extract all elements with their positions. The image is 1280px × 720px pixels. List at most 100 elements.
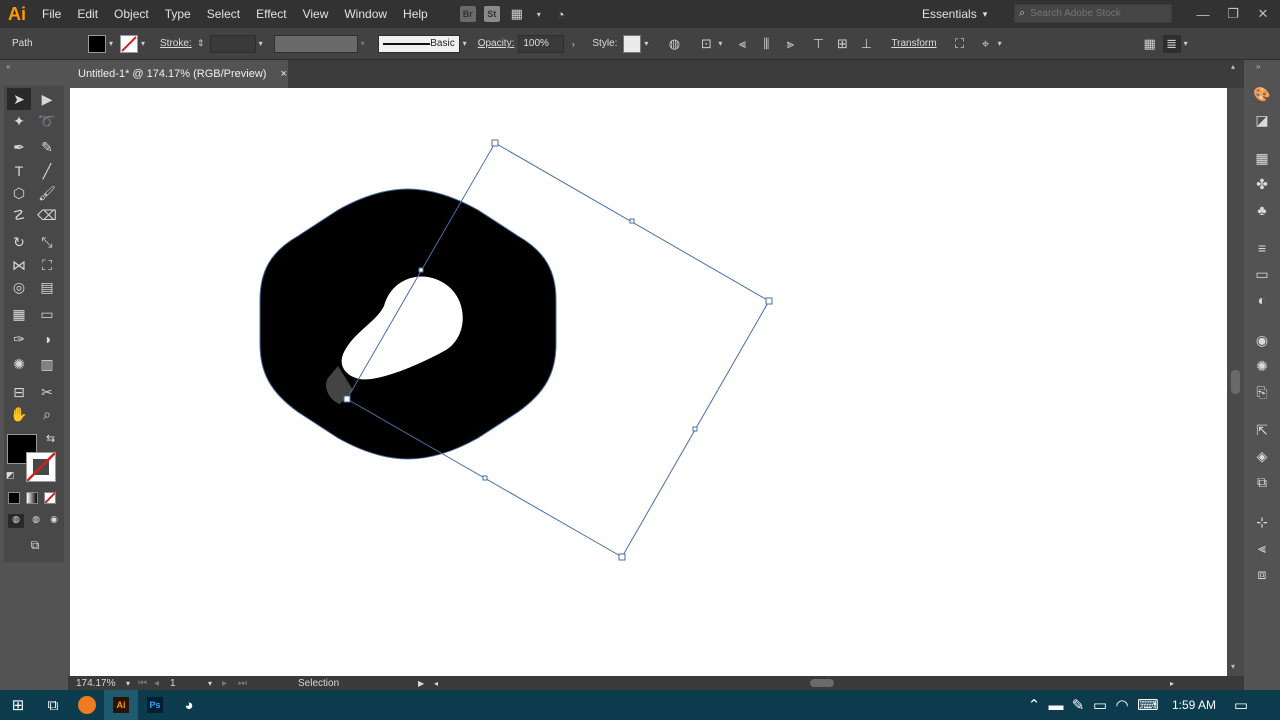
gradient-icon[interactable]: ▭ [35, 303, 59, 325]
windows-start-icon[interactable]: ⊞ [0, 690, 36, 720]
clock[interactable]: 1:59 AM [1163, 698, 1225, 712]
align-top-icon[interactable]: ⊤ [809, 35, 827, 53]
selection-icon[interactable]: ➤ [7, 88, 31, 110]
eraser-icon[interactable]: ⌫ [35, 204, 59, 226]
current-tool[interactable]: Selection [298, 678, 418, 689]
export-icon[interactable]: ⇱ [1252, 420, 1272, 440]
align-center-icon[interactable]: ⫼ [757, 35, 775, 53]
shape-builder-icon[interactable]: ◎ [7, 276, 31, 298]
draw-inside-icon[interactable]: ◉ [46, 514, 62, 528]
gradient-icon[interactable]: ▭ [1252, 264, 1272, 284]
brushes-icon[interactable]: ✤ [1252, 174, 1272, 194]
rotate-icon[interactable]: ↻ [7, 231, 31, 253]
shaper-icon[interactable]: ☡ [7, 204, 31, 226]
lasso-icon[interactable]: ➰ [35, 110, 59, 132]
next-artboard-icon[interactable]: ▸ [222, 678, 238, 689]
transform-icon[interactable]: ⊹ [1252, 512, 1272, 532]
scroll-left-icon[interactable]: ◂ [434, 679, 450, 688]
pathfinder-icon[interactable]: ⧈ [1252, 564, 1272, 584]
fill-swatch[interactable] [88, 34, 106, 53]
artboard-dropdown-icon[interactable]: ▾ [208, 679, 222, 688]
align-left-icon[interactable]: ⫷ [733, 35, 751, 53]
network-icon[interactable]: ▬ [1045, 690, 1067, 720]
tray-chevron-up-icon[interactable]: ⌃ [1023, 690, 1045, 720]
transparency-icon[interactable]: ◐ [1252, 290, 1272, 310]
chevron-right-icon[interactable]: › [564, 35, 582, 53]
eyedropper-icon[interactable]: ✑ [7, 328, 31, 350]
draw-behind-icon[interactable]: ◍ [28, 514, 44, 528]
horizontal-scrollbar[interactable] [450, 678, 1170, 688]
artboard-icon[interactable]: ⊟ [7, 381, 31, 403]
bridge-icon[interactable]: Br [459, 6, 476, 22]
stroke-swatch[interactable] [120, 34, 138, 53]
stock-icon[interactable]: St [483, 6, 500, 22]
variable-width-dropdown-icon[interactable]: ▾ [358, 39, 368, 48]
type-icon[interactable]: T [7, 160, 31, 182]
style-swatch[interactable] [623, 34, 642, 53]
app-taskbar-icon[interactable]: ◕ [172, 690, 206, 720]
stroke-weight-dropdown-icon[interactable]: ▾ [256, 39, 266, 48]
column-graph-icon[interactable]: ▥ [35, 353, 59, 375]
align-right-icon[interactable]: ⫸ [781, 35, 799, 53]
gradient-mode-icon[interactable] [26, 492, 38, 504]
artboard-canvas[interactable] [70, 88, 1227, 676]
curvature-icon[interactable]: ✎ [35, 136, 59, 158]
fill-dropdown-icon[interactable]: ▾ [106, 39, 116, 48]
stroke-icon[interactable]: ≡ [1252, 238, 1272, 258]
menu-effect[interactable]: Effect [248, 0, 294, 28]
color-mode-icon[interactable] [8, 492, 20, 504]
hand-icon[interactable]: ✋ [7, 403, 31, 425]
transform-link[interactable]: Transform [891, 38, 936, 49]
magic-wand-icon[interactable]: ✦ [7, 110, 31, 132]
align-to-dropdown-icon[interactable]: ▾ [715, 39, 725, 48]
free-transform-icon[interactable]: ⛶ [35, 254, 59, 276]
opacity-field[interactable]: 100% [518, 34, 565, 53]
expand-panels-icon[interactable]: » [1256, 62, 1260, 71]
firefox-icon[interactable] [70, 690, 104, 720]
variable-width-field[interactable] [273, 34, 358, 53]
menu-type[interactable]: Type [157, 0, 199, 28]
scroll-thumb[interactable] [1231, 370, 1240, 394]
draw-normal-icon[interactable]: ◍ [8, 514, 24, 528]
collapse-panel-icon[interactable]: « [6, 62, 10, 71]
notifications-icon[interactable]: ▭ [1225, 690, 1257, 720]
symbols-icon[interactable]: ♣ [1252, 200, 1272, 220]
minimize-icon[interactable]: — [1188, 0, 1218, 28]
isolate-icon[interactable]: ⛶ [951, 35, 969, 53]
zoom-icon[interactable]: ⌕ [35, 403, 59, 425]
screen-mode-icon[interactable]: ⧉ [24, 538, 46, 552]
align-middle-icon[interactable]: ⊞ [833, 35, 851, 53]
none-mode-icon[interactable] [44, 492, 56, 504]
menu-view[interactable]: View [295, 0, 337, 28]
shape-icon[interactable]: ⬡ [7, 182, 31, 204]
brush-definition-field[interactable]: Basic [377, 34, 460, 53]
menu-file[interactable]: File [34, 0, 69, 28]
brush-dropdown-icon[interactable]: ▾ [460, 39, 470, 48]
libraries-icon[interactable]: ▦ [1252, 148, 1272, 168]
slice-icon[interactable]: ✂ [35, 381, 59, 403]
menu-object[interactable]: Object [106, 0, 157, 28]
h-scroll-thumb[interactable] [810, 679, 834, 687]
arrange-documents-icon[interactable]: ▦ [508, 5, 526, 23]
last-artboard-icon[interactable]: ⏭ [238, 678, 298, 689]
close-icon[interactable]: ✕ [1248, 0, 1278, 28]
close-tab-icon[interactable]: × [280, 68, 286, 80]
color-icon[interactable]: 🎨 [1252, 84, 1272, 104]
style-dropdown-icon[interactable]: ▾ [641, 39, 651, 48]
gpu-performance-icon[interactable]: ◔ [552, 5, 570, 23]
wifi-icon[interactable]: ◠ [1111, 690, 1133, 720]
workspace-switcher[interactable]: Essentials ▾ [922, 6, 987, 22]
panel-menu-icon[interactable]: ≣ [1162, 34, 1181, 53]
pen-icon[interactable]: ✒ [7, 136, 31, 158]
color-guide-icon[interactable]: ◪ [1252, 110, 1272, 130]
menu-edit[interactable]: Edit [69, 0, 106, 28]
stroke-dropdown-icon[interactable]: ▾ [138, 39, 148, 48]
swap-fill-stroke-icon[interactable]: ⇆ [46, 432, 55, 445]
control-menu-dropdown-icon[interactable]: ▾ [1181, 39, 1191, 48]
scroll-down-icon[interactable]: ▾ [1231, 662, 1235, 671]
status-menu-icon[interactable]: ▶ [418, 679, 434, 688]
stock-search-input[interactable] [1030, 8, 1161, 19]
photoshop-taskbar-icon[interactable]: Ps [138, 690, 172, 720]
menu-select[interactable]: Select [199, 0, 248, 28]
menu-help[interactable]: Help [395, 0, 436, 28]
